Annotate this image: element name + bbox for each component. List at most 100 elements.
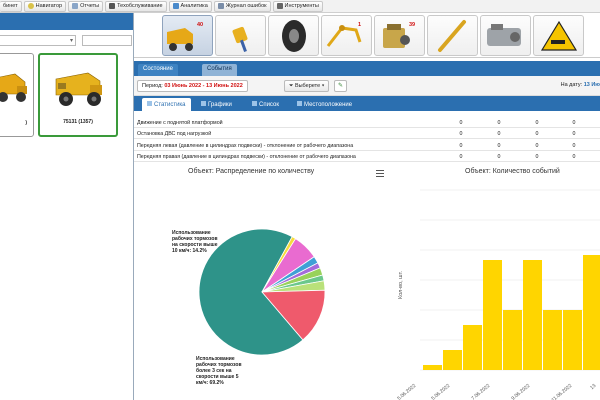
event-name: Остановка ДВС под нагрузкой: [137, 131, 212, 137]
bar[interactable]: [543, 310, 562, 370]
clear-filter-icon[interactable]: ✎: [334, 80, 347, 92]
vehicle-panel-header: [0, 13, 133, 30]
reports-icon: [72, 3, 79, 9]
vehicle-group-select[interactable]: ▾: [0, 35, 76, 46]
charts-icon: [201, 101, 206, 106]
vehicle-card[interactable]: ): [0, 53, 34, 137]
tile-rod[interactable]: [427, 15, 478, 56]
select-label: Выберете: [294, 83, 321, 89]
event-count: 0: [535, 131, 539, 137]
bar[interactable]: [483, 260, 502, 370]
event-count: 0: [459, 131, 463, 137]
event-name: Движение с поднятой платформой: [137, 120, 223, 126]
menu-error-log[interactable]: Журнал ошибок: [213, 0, 271, 12]
menu-reports[interactable]: Отчеты: [68, 0, 104, 12]
dump-truck-icon: [167, 28, 193, 51]
period-picker[interactable]: Период: 03 Июнь 2022 - 13 Июнь 2022: [137, 80, 248, 92]
vehicle-search-input[interactable]: [82, 35, 132, 46]
tab-events[interactable]: События: [202, 64, 237, 76]
statistics-icon: [147, 101, 152, 106]
chevron-down-icon: ▾: [321, 83, 325, 89]
bar-y-axis-label: Кол-во, шт.: [398, 271, 404, 299]
event-name: Передняя правая (давление в цилиндрах по…: [137, 154, 356, 160]
event-count: 0: [497, 154, 501, 160]
menu-error-log-label: Журнал ошибок: [225, 3, 267, 9]
vehicle-label: ): [25, 120, 27, 126]
on-date-label: На дату:: [560, 82, 583, 88]
table-row: Движение с поднятой платформой 0 0 0 0 0…: [134, 118, 600, 128]
hydraulic-cylinder-icon: [232, 26, 248, 52]
bar[interactable]: [583, 255, 600, 370]
tab-charts[interactable]: Графики: [196, 98, 237, 111]
tab-state[interactable]: Состояние: [138, 64, 178, 76]
period-label: Период:: [142, 83, 163, 89]
event-count: 0: [572, 154, 576, 160]
bar[interactable]: [443, 350, 462, 370]
bar[interactable]: [503, 310, 522, 370]
tile-suspension[interactable]: 1: [321, 15, 372, 56]
filter-icon: ⏷: [289, 83, 294, 89]
tile-hydraulics[interactable]: [215, 15, 266, 56]
events-table: Движение с поднятой платформой 0 0 0 0 0…: [134, 111, 600, 165]
tab-events-label: События: [207, 66, 232, 72]
tile-warnings[interactable]: [533, 15, 584, 56]
bar[interactable]: [523, 260, 542, 370]
tab-statistics-label: Статистика: [154, 102, 186, 108]
bar-chart-title: Объект: Количество событий: [465, 168, 560, 175]
filter-bar: Период: 03 Июнь 2022 - 13 Июнь 2022 ⏷ Вы…: [134, 76, 600, 96]
tab-statistics[interactable]: Статистика: [142, 98, 191, 111]
menu-tools[interactable]: Инструменты: [272, 0, 323, 12]
x-tick-label: 13: [589, 383, 597, 391]
tile-vehicle[interactable]: 40: [162, 15, 213, 56]
period-value: 03 Июнь 2022 - 13 Июнь 2022: [164, 83, 243, 89]
tile-engine-count: 39: [409, 22, 416, 28]
tile-tires[interactable]: [268, 15, 319, 56]
tile-engine[interactable]: 39: [374, 15, 425, 56]
x-tick-label: 11.06.2022: [551, 383, 574, 400]
navigator-icon: [27, 3, 34, 9]
menu-navigator[interactable]: Навигатор: [23, 0, 67, 12]
table-row: Передняя левая (давление в цилиндрах под…: [134, 141, 600, 151]
tab-list-label: Список: [259, 102, 279, 108]
select-dropdown[interactable]: ⏷ Выберете ▾: [284, 80, 330, 92]
menu-reports-label: Отчеты: [80, 3, 100, 9]
event-count: 0: [497, 120, 501, 126]
x-tick-label: 5.06.2022: [396, 383, 417, 400]
bar[interactable]: [423, 365, 442, 370]
tab-location[interactable]: Местоположение: [292, 98, 357, 111]
menu-cabinet[interactable]: бинет: [0, 0, 22, 12]
vehicle-card-selected[interactable]: 75131 (1357): [38, 53, 118, 137]
tile-suspension-count: 1: [358, 22, 362, 28]
hamburger-menu-icon[interactable]: [376, 170, 384, 177]
tab-list[interactable]: Список: [247, 98, 284, 111]
tools-icon: [276, 3, 283, 9]
menu-maintenance-label: Техобслуживание: [117, 3, 163, 9]
list-icon: [252, 101, 257, 106]
table-row: Передняя правая (давление в цилиндрах по…: [134, 152, 600, 162]
tile-vehicle-count: 40: [197, 22, 204, 28]
menu-analytics-label: Аналитика: [180, 3, 208, 9]
event-count: 0: [459, 143, 463, 149]
component-tiles: 40 1 39: [134, 13, 600, 58]
warning-sign-icon: [540, 20, 578, 51]
event-count: 0: [497, 131, 501, 137]
event-count: 0: [572, 120, 576, 126]
bar[interactable]: [463, 325, 482, 370]
tab-state-label: Состояние: [143, 66, 173, 72]
event-count: 0: [535, 143, 539, 149]
chart-icon: [172, 3, 179, 9]
tire-icon: [282, 20, 306, 52]
bar[interactable]: [563, 310, 582, 370]
tile-generator[interactable]: [480, 15, 531, 56]
x-tick-label: 7.06.2022: [470, 383, 491, 400]
x-tick-label: 9.06.2022: [510, 383, 531, 400]
event-count: 0: [459, 120, 463, 126]
view-tabs: Статистика Графики Список Местоположение: [134, 96, 600, 111]
event-count: 0: [572, 143, 576, 149]
menu-maintenance[interactable]: Техобслуживание: [105, 0, 167, 12]
menu-analytics[interactable]: Аналитика: [168, 0, 212, 12]
top-menu-bar: бинет Навигатор Отчеты Техобслуживание А…: [0, 0, 600, 13]
pie-label-bottom: Использование рабочих тормозов более 3 с…: [196, 356, 242, 386]
vehicle-label: 75131 (1357): [63, 119, 93, 125]
rod-icon: [438, 20, 466, 52]
